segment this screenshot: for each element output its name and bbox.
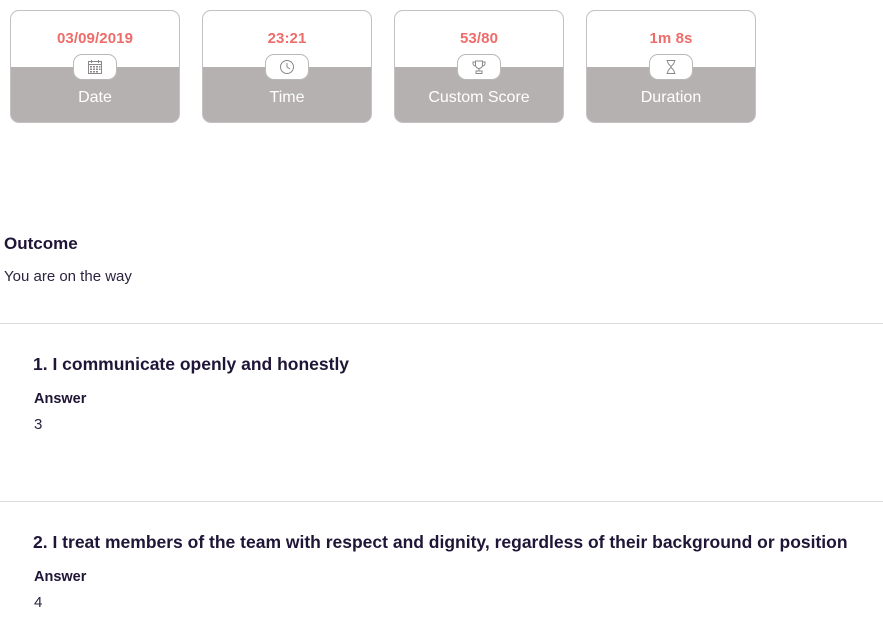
- date-card: 03/09/2019 Date: [10, 10, 180, 123]
- score-label: Custom Score: [428, 89, 530, 106]
- answer-label: Answer: [34, 569, 87, 585]
- calendar-icon: [73, 54, 117, 80]
- outcome-text: You are on the way: [4, 268, 132, 285]
- date-label: Date: [78, 89, 112, 106]
- duration-card: 1m 8s Duration: [586, 10, 756, 123]
- time-label: Time: [269, 89, 305, 106]
- answer-value: 3: [34, 416, 43, 433]
- answer-value: 4: [34, 594, 43, 611]
- time-value: 23:21: [267, 29, 307, 47]
- score-card: 53/80 Custom Score: [394, 10, 564, 123]
- clock-icon: [265, 54, 309, 80]
- hourglass-icon: [649, 54, 693, 80]
- trophy-icon: [457, 54, 501, 80]
- date-value: 03/09/2019: [56, 29, 134, 47]
- question-title: 1. I communicate openly and honestly: [33, 354, 350, 374]
- divider: [0, 323, 883, 324]
- score-value: 53/80: [459, 29, 499, 47]
- stats-cards: 03/09/2019 Date 23:21 Time 53/80 Custom …: [10, 10, 756, 123]
- answer-label: Answer: [34, 391, 87, 407]
- time-card: 23:21 Time: [202, 10, 372, 123]
- duration-label: Duration: [640, 89, 702, 106]
- duration-value: 1m 8s: [649, 29, 693, 47]
- question-title: 2. I treat members of the team with resp…: [33, 532, 848, 552]
- outcome-title: Outcome: [4, 234, 78, 253]
- divider: [0, 501, 883, 502]
